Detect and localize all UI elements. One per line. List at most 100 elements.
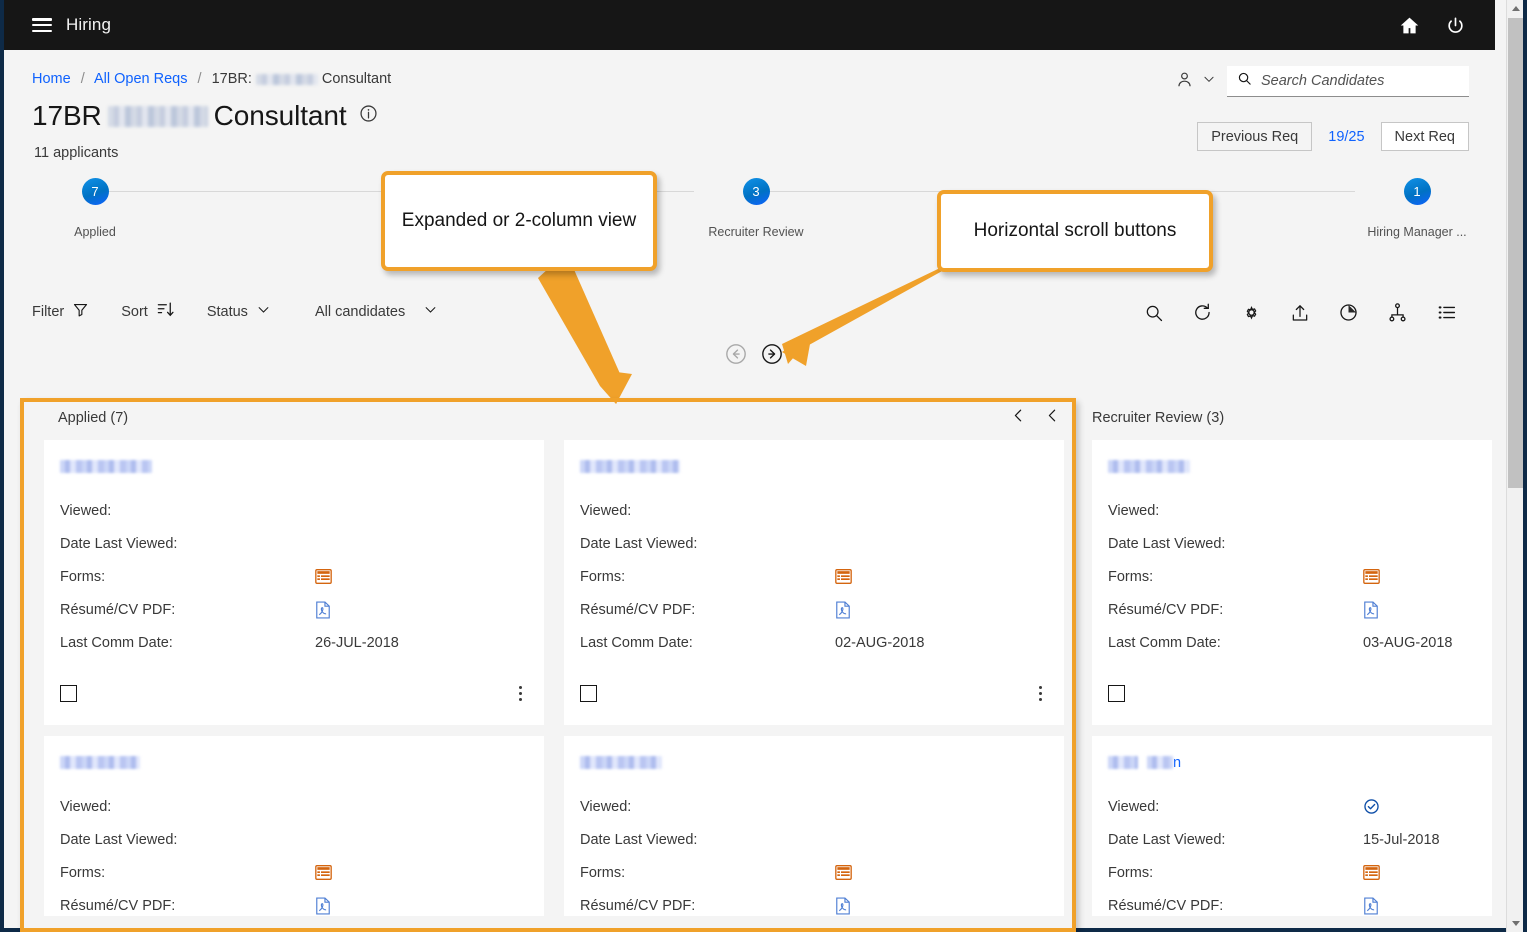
scrollbar-down-arrow-icon[interactable]	[1507, 915, 1524, 932]
card-field-forms: Forms:	[1108, 560, 1476, 593]
search-input[interactable]	[1261, 73, 1459, 89]
candidate-card[interactable]: Viewed: Date Last Viewed: Forms: Résumé/…	[1092, 440, 1492, 725]
settings-gear-icon[interactable]	[1241, 302, 1262, 323]
time-pie-icon[interactable]	[1338, 302, 1359, 323]
card-field-resume: Résumé/CV PDF:	[1108, 889, 1476, 922]
annotation-text: Expanded or 2-column view	[401, 210, 637, 232]
search-candidates-box[interactable]	[1227, 66, 1469, 97]
card-overflow-menu-icon[interactable]	[513, 683, 528, 704]
pipeline-stage-hiring-manager[interactable]: 1 Hiring Manager ...	[1342, 178, 1492, 239]
candidate-name	[60, 754, 528, 770]
chevron-down-icon[interactable]	[1202, 72, 1216, 91]
board-column-applied: Applied (7) Viewed: Date Last Viewed: Fo…	[44, 395, 544, 916]
field-label: Viewed:	[60, 502, 112, 519]
chevron-down-icon	[423, 302, 438, 321]
hamburger-icon[interactable]	[32, 18, 52, 32]
page-title-suffix: Consultant	[213, 100, 347, 131]
field-label: Date Last Viewed:	[1108, 535, 1226, 552]
chevron-left-icon[interactable]	[1044, 407, 1061, 429]
card-field-viewed: Viewed:	[580, 494, 1048, 527]
pdf-icon[interactable]	[315, 897, 331, 915]
search-icon	[1237, 71, 1252, 91]
next-req-button[interactable]: Next Req	[1380, 122, 1469, 151]
search-icon[interactable]	[1144, 303, 1164, 323]
card-field-resume: Résumé/CV PDF:	[60, 889, 528, 922]
card-field-resume: Résumé/CV PDF:	[580, 593, 1048, 626]
scrollbar-thumb[interactable]	[1508, 18, 1523, 488]
all-candidates-label: All candidates	[314, 303, 406, 320]
field-label: Résumé/CV PDF:	[60, 601, 176, 618]
field-label: Viewed:	[1108, 502, 1160, 519]
filter-button[interactable]: Filter	[32, 301, 89, 322]
info-icon[interactable]	[359, 104, 378, 128]
funnel-icon	[72, 301, 89, 322]
field-label: Last Comm Date:	[1108, 634, 1221, 651]
app-root: Hiring Home / All Open Reqs / 17BR: Consu…	[0, 0, 1527, 932]
power-icon[interactable]	[1446, 16, 1465, 35]
vertical-scrollbar[interactable]	[1506, 0, 1523, 932]
candidate-name	[1108, 458, 1476, 474]
forms-icon[interactable]	[315, 569, 332, 584]
status-label: Status	[206, 303, 248, 320]
field-label: Viewed:	[1108, 798, 1160, 815]
card-overflow-menu-icon[interactable]	[1033, 683, 1048, 704]
pipeline-stage-recruiter-review[interactable]: 3 Recruiter Review	[681, 178, 831, 239]
forms-icon[interactable]	[1363, 865, 1380, 880]
arrow-right-circle-icon[interactable]	[761, 343, 783, 365]
refresh-icon[interactable]	[1192, 302, 1213, 323]
hierarchy-icon[interactable]	[1387, 302, 1408, 323]
card-field-date-last-viewed: Date Last Viewed:	[1108, 527, 1476, 560]
candidate-card[interactable]: Viewed: Date Last Viewed: Forms: Résumé/…	[44, 440, 544, 725]
candidate-card[interactable]: Viewed: Date Last Viewed: Forms: Résumé/…	[564, 440, 1064, 725]
forms-icon[interactable]	[1363, 569, 1380, 584]
field-label: Forms:	[60, 568, 106, 585]
card-footer	[580, 665, 1048, 721]
status-dropdown[interactable]: Status	[207, 302, 271, 321]
app-title: Hiring	[66, 15, 112, 34]
card-field-last-comm-date: Last Comm Date: 02-AUG-2018	[580, 626, 1048, 659]
pdf-icon[interactable]	[1363, 601, 1379, 619]
column-scroll-chevrons	[1010, 407, 1061, 429]
card-select-checkbox[interactable]	[60, 684, 77, 702]
pdf-icon[interactable]	[315, 601, 331, 619]
field-value: 15-Jul-2018	[1363, 831, 1440, 848]
scrollbar-up-arrow-icon[interactable]	[1507, 0, 1524, 17]
field-label: Forms:	[580, 864, 626, 881]
chevron-left-icon[interactable]	[1010, 407, 1027, 429]
field-label: Date Last Viewed:	[580, 535, 698, 552]
field-label: Last Comm Date:	[60, 634, 173, 651]
page-title-prefix: 17BR	[32, 100, 102, 131]
candidate-board: Applied (7) Viewed: Date Last Viewed: Fo…	[28, 395, 1492, 932]
req-counter: 19/25	[1328, 128, 1365, 145]
sort-button[interactable]: Sort	[121, 300, 175, 323]
breadcrumb-home[interactable]: Home	[32, 71, 71, 87]
arrow-left-circle-icon[interactable]	[725, 343, 747, 365]
upload-icon[interactable]	[1290, 303, 1310, 323]
forms-icon[interactable]	[315, 865, 332, 880]
candidate-card[interactable]: Viewed: Date Last Viewed: Forms: Résumé/…	[44, 736, 544, 916]
pdf-icon[interactable]	[1363, 897, 1379, 915]
list-view-icon[interactable]	[1436, 302, 1457, 323]
person-icon[interactable]	[1175, 70, 1194, 94]
card-select-checkbox[interactable]	[580, 684, 597, 702]
card-field-forms: Forms:	[60, 560, 528, 593]
card-select-checkbox[interactable]	[1108, 684, 1125, 702]
column-header-applied: Applied (7)	[58, 409, 129, 426]
field-label: Date Last Viewed:	[580, 831, 698, 848]
all-candidates-dropdown[interactable]: All candidates	[315, 302, 438, 321]
card-field-forms: Forms:	[60, 856, 528, 889]
candidate-card[interactable]: Viewed: Date Last Viewed: Forms: Résumé/…	[564, 736, 1064, 916]
previous-req-button[interactable]: Previous Req	[1197, 122, 1313, 151]
forms-icon[interactable]	[835, 865, 852, 880]
forms-icon[interactable]	[835, 569, 852, 584]
card-field-forms: Forms:	[580, 560, 1048, 593]
pipeline-stage-applied[interactable]: 7 Applied	[20, 178, 170, 239]
card-field-date-last-viewed: Date Last Viewed:	[60, 823, 528, 856]
breadcrumb-all-open-reqs[interactable]: All Open Reqs	[94, 71, 188, 87]
home-icon[interactable]	[1399, 15, 1420, 36]
pdf-icon[interactable]	[835, 601, 851, 619]
pdf-icon[interactable]	[835, 897, 851, 915]
card-field-viewed: Viewed:	[1108, 494, 1476, 527]
candidate-card[interactable]: n Viewed: Date Last Viewed: 15-Jul-2018 …	[1092, 736, 1492, 916]
card-field-date-last-viewed: Date Last Viewed:	[580, 527, 1048, 560]
